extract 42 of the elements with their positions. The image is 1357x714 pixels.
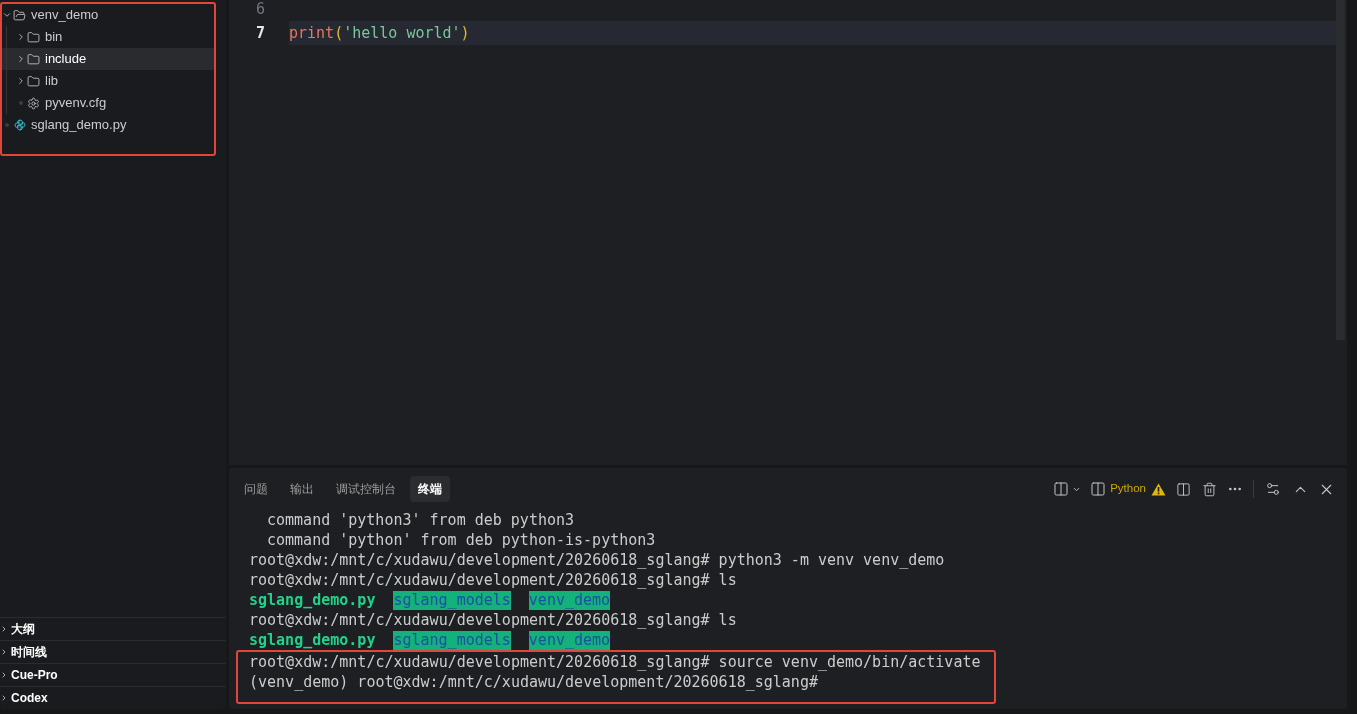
- tree-item[interactable]: sglang_demo.py: [2, 114, 214, 136]
- columns-icon: [1053, 481, 1070, 497]
- tree-item[interactable]: include: [2, 48, 214, 70]
- tree-item[interactable]: lib: [2, 70, 214, 92]
- folder-icon: [27, 52, 40, 66]
- terminal-line: command 'python3' from deb python3: [267, 510, 575, 530]
- terminal-line: root@xdw:/mnt/c/xudawu/development/20260618_sglang# source venv_demo/bin/activate: [249, 652, 981, 672]
- terminal-tab[interactable]: Python: [1090, 478, 1166, 500]
- warning-icon: [1151, 482, 1166, 496]
- trash-icon: [1201, 481, 1217, 497]
- terminal-line: command 'python' from deb python-is-python3: [267, 530, 656, 550]
- section-header[interactable]: Codex: [0, 687, 226, 709]
- folder-open-icon: [13, 8, 26, 22]
- terminal-line: root@xdw:/mnt/c/xudawu/development/20260618_sglang# python3 -m venv venv_demo: [249, 550, 945, 570]
- folder-icon: [27, 74, 40, 88]
- tree-item[interactable]: bin: [2, 26, 214, 48]
- panel-tab[interactable]: 调试控制台: [328, 476, 404, 502]
- file-name: sglang_demo.py: [249, 630, 376, 650]
- folder-icon: [27, 30, 40, 44]
- line-number: 6: [255, 0, 265, 18]
- terminal-line: root@xdw:/mnt/c/xudawu/development/20260618_sglang# ls: [249, 570, 737, 590]
- line-number: 7: [255, 24, 265, 42]
- panel-tab[interactable]: 终端: [410, 476, 450, 502]
- section-header[interactable]: 大纲: [0, 618, 226, 640]
- section-header[interactable]: Cue-Pro: [0, 664, 226, 686]
- section-header[interactable]: 时间线: [0, 641, 226, 663]
- directory-name: venv_demo: [528, 630, 611, 650]
- panel-icon: [1090, 481, 1107, 497]
- terminal-line: (venv_demo) root@xdw:/mnt/c/xudawu/development/20260618_sglang#: [249, 672, 818, 692]
- directory-name: sglang_models: [393, 630, 511, 650]
- file-name: sglang_demo.py: [249, 590, 376, 610]
- directory-name: sglang_models: [393, 590, 511, 610]
- gear-icon: [27, 96, 40, 110]
- terminal-line: root@xdw:/mnt/c/xudawu/development/20260618_sglang# ls: [249, 610, 737, 630]
- directory-name: venv_demo: [528, 590, 611, 610]
- panel-tab[interactable]: 问题: [236, 476, 276, 502]
- tree-item[interactable]: pyvenv.cfg: [2, 92, 214, 114]
- columns-icon: [1175, 481, 1191, 497]
- file-type-icon: [13, 119, 26, 131]
- tree-item[interactable]: venv_demo: [2, 4, 214, 26]
- panel-tab[interactable]: 输出: [282, 476, 322, 502]
- sliders-icon: [1265, 481, 1281, 497]
